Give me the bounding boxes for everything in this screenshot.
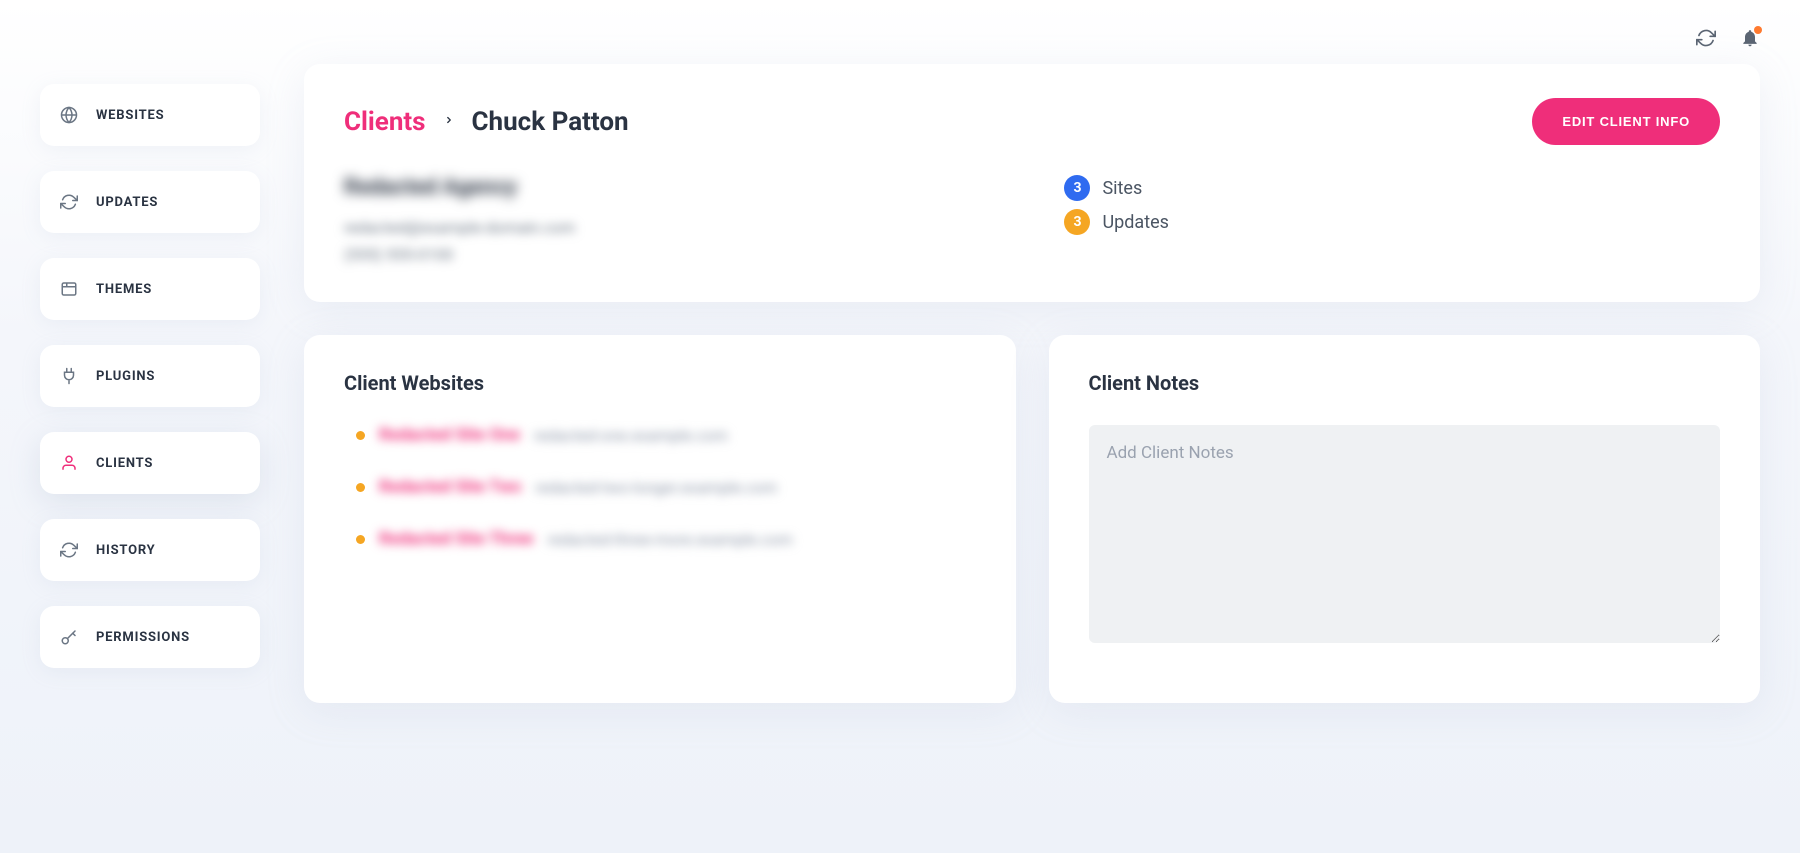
sidebar-item-themes[interactable]: THEMES xyxy=(40,258,260,320)
sidebar-item-clients[interactable]: CLIENTS xyxy=(40,432,260,494)
sidebar-item-label: PLUGINS xyxy=(96,369,155,384)
user-icon xyxy=(60,454,78,472)
website-url: redacted-two-longer.example.com xyxy=(535,478,777,497)
status-dot-icon xyxy=(356,431,365,440)
notification-dot xyxy=(1754,26,1762,34)
sidebar-item-history[interactable]: HISTORY xyxy=(40,519,260,581)
sidebar-item-label: HISTORY xyxy=(96,543,156,558)
refresh-icon[interactable] xyxy=(1696,28,1716,48)
client-notes-textarea[interactable] xyxy=(1089,425,1721,643)
client-websites-card: Client Websites Redacted Site One redact… xyxy=(304,335,1016,703)
website-url: redacted-three-more.example.com xyxy=(548,530,793,549)
client-phone: (555) 555-0100 xyxy=(344,241,1004,268)
website-list: Redacted Site One redacted-one.example.c… xyxy=(344,425,976,549)
website-url: redacted-one.example.com xyxy=(534,426,728,445)
website-item[interactable]: Redacted Site One redacted-one.example.c… xyxy=(356,425,976,445)
refresh-icon xyxy=(60,541,78,559)
sidebar-item-label: THEMES xyxy=(96,282,152,297)
website-name: Redacted Site Three xyxy=(379,529,534,549)
stat-sites: 3 Sites xyxy=(1064,175,1168,201)
notifications-icon[interactable] xyxy=(1740,28,1760,48)
updates-label: Updates xyxy=(1102,212,1168,233)
status-dot-icon xyxy=(356,535,365,544)
sidebar-item-websites[interactable]: WEBSITES xyxy=(40,84,260,146)
client-company-name: Redacted Agency xyxy=(344,175,1004,200)
sidebar-item-label: WEBSITES xyxy=(96,108,164,123)
sidebar-item-plugins[interactable]: PLUGINS xyxy=(40,345,260,407)
key-icon xyxy=(60,628,78,646)
edit-client-info-button[interactable]: EDIT CLIENT INFO xyxy=(1532,98,1720,145)
website-item[interactable]: Redacted Site Three redacted-three-more.… xyxy=(356,529,976,549)
website-name: Redacted Site Two xyxy=(379,477,521,497)
sites-label: Sites xyxy=(1102,178,1142,199)
website-item[interactable]: Redacted Site Two redacted-two-longer.ex… xyxy=(356,477,976,497)
sidebar-item-label: UPDATES xyxy=(96,195,158,210)
sites-count-badge: 3 xyxy=(1064,175,1090,201)
breadcrumb: Clients Chuck Patton xyxy=(344,107,629,137)
chevron-right-icon xyxy=(444,112,454,131)
updates-count-badge: 3 xyxy=(1064,209,1090,235)
plug-icon xyxy=(60,367,78,385)
client-contact-info: Redacted Agency redacted@example-domain.… xyxy=(344,175,1004,268)
breadcrumb-current: Chuck Patton xyxy=(472,107,629,137)
sidebar-item-label: CLIENTS xyxy=(96,456,153,471)
window-icon xyxy=(60,280,78,298)
sidebar-item-permissions[interactable]: PERMISSIONS xyxy=(40,606,260,668)
refresh-icon xyxy=(60,193,78,211)
client-email: redacted@example-domain.com xyxy=(344,214,1004,241)
sidebar-item-updates[interactable]: UPDATES xyxy=(40,171,260,233)
client-stats: 3 Sites 3 Updates xyxy=(1064,175,1168,268)
globe-icon xyxy=(60,106,78,124)
status-dot-icon xyxy=(356,483,365,492)
website-name: Redacted Site One xyxy=(379,425,520,445)
sidebar-item-label: PERMISSIONS xyxy=(96,630,190,645)
client-websites-title: Client Websites xyxy=(344,371,976,395)
stat-updates: 3 Updates xyxy=(1064,209,1168,235)
client-notes-title: Client Notes xyxy=(1089,371,1721,395)
client-header-card: Clients Chuck Patton EDIT CLIENT INFO Re… xyxy=(304,64,1760,302)
breadcrumb-root-link[interactable]: Clients xyxy=(344,107,426,137)
sidebar-nav: WEBSITES UPDATES THEMES PLUGINS CLIENTS xyxy=(40,64,260,668)
client-notes-card: Client Notes xyxy=(1049,335,1761,703)
